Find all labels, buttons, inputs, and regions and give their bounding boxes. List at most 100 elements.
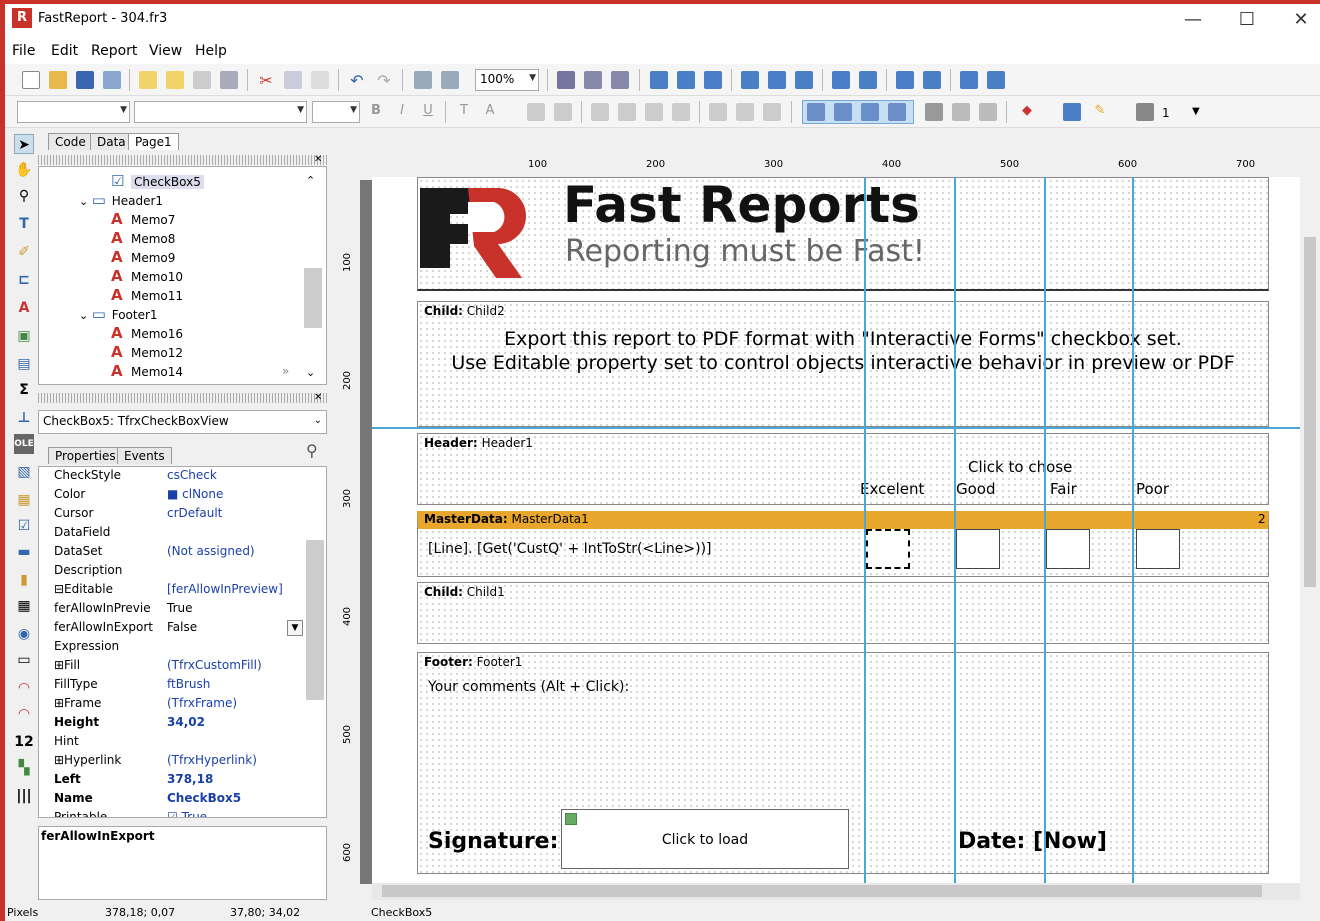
tree-item[interactable]: A Memo10 — [111, 267, 183, 285]
tree-item[interactable]: A Memo11 — [111, 286, 183, 304]
expand-icon[interactable]: ⌄ — [79, 309, 92, 322]
instruction-line-1[interactable]: Export this report to PDF format with "I… — [418, 328, 1268, 350]
cross-tab-icon[interactable]: ▦ — [14, 596, 34, 616]
line-color-icon[interactable]: ✎ — [1091, 103, 1109, 121]
maximize-button[interactable]: ☐ — [1224, 6, 1270, 34]
property-value[interactable]: 378,18 — [167, 772, 213, 786]
scroll-down-icon[interactable]: ⌄ — [306, 366, 315, 379]
header-prompt[interactable]: Click to chose — [968, 458, 1072, 476]
date-field[interactable]: Date: [Now] — [958, 829, 1107, 854]
hscroll-thumb[interactable] — [382, 885, 1262, 897]
property-value[interactable]: ■ clNone — [167, 487, 223, 501]
property-value[interactable]: ☑ True — [167, 810, 207, 817]
property-row[interactable]: Printable ☑ True — [39, 810, 309, 817]
font-size-select[interactable]: ▼ — [312, 101, 360, 123]
same-width-icon[interactable] — [960, 71, 978, 89]
tree-item[interactable]: ⌄ ▭ Footer1 — [79, 305, 158, 323]
sum-icon[interactable]: Σ — [14, 380, 34, 400]
underline-icon[interactable]: U — [419, 103, 437, 121]
align-bottom-icon[interactable] — [795, 71, 813, 89]
bold-icon[interactable]: B — [367, 103, 385, 121]
copy-icon[interactable] — [284, 71, 302, 89]
rich-text-icon[interactable]: ▧ — [14, 462, 34, 482]
property-value[interactable]: 34,02 — [167, 715, 205, 729]
tree-item[interactable]: A Memo14 — [111, 362, 183, 380]
property-value[interactable]: True — [167, 601, 193, 615]
font-settings-icon[interactable]: T — [455, 103, 473, 121]
gauge2-icon[interactable]: ◠ — [14, 704, 34, 724]
redo-icon[interactable]: ↷ — [375, 71, 393, 90]
align-left-icon[interactable] — [650, 71, 668, 89]
fill-color-icon[interactable]: ◆ — [1018, 103, 1036, 121]
font-color-icon[interactable]: A — [481, 103, 499, 121]
property-value[interactable]: (Not assigned) — [167, 544, 255, 558]
text-align-right-icon[interactable] — [645, 103, 663, 121]
gauge-icon[interactable]: ◠ — [14, 678, 34, 698]
space-horizontal-icon[interactable] — [832, 71, 850, 89]
cut-icon[interactable]: ✂ — [257, 71, 275, 90]
property-row[interactable]: CheckStyle csCheck — [39, 468, 309, 487]
option-poor[interactable]: Poor — [1136, 480, 1169, 498]
tab-data[interactable]: Data — [90, 133, 133, 150]
master-expression[interactable]: [Line]. [Get('CustQ' + IntToStr(<Line>))… — [428, 541, 712, 557]
more-icon[interactable]: » — [282, 364, 289, 378]
tree-scrollbar-thumb[interactable] — [304, 268, 322, 328]
no-lines-icon[interactable] — [952, 103, 970, 121]
italic-icon[interactable]: I — [393, 103, 411, 121]
property-row[interactable]: ⊞Fill (TfrxCustomFill) — [39, 658, 309, 677]
property-row[interactable]: Name CheckBox5 — [39, 791, 309, 810]
property-row[interactable]: Height 34,02 — [39, 715, 309, 734]
text-justify-icon[interactable] — [672, 103, 690, 121]
tab-page1[interactable]: Page1 — [128, 133, 179, 150]
valign-top-icon[interactable] — [709, 103, 727, 121]
line-style-icon[interactable] — [1136, 103, 1154, 121]
status-units[interactable]: Pixels — [7, 906, 38, 919]
open-icon[interactable] — [49, 71, 67, 89]
zoom-tool-icon[interactable]: ⚲ — [14, 186, 34, 206]
fit-to-grid-icon[interactable] — [611, 71, 629, 89]
tree-item[interactable]: A Memo9 — [111, 248, 175, 266]
property-row[interactable]: Left 378,18 — [39, 772, 309, 791]
line-object-icon[interactable]: ⊥ — [14, 408, 34, 428]
property-row[interactable]: Description — [39, 563, 309, 582]
table-object-icon[interactable]: ▚ — [14, 758, 34, 778]
format-painter-icon[interactable]: ✐ — [14, 242, 34, 262]
close-panel-icon[interactable]: ✕ — [314, 154, 322, 165]
tree-item[interactable]: A Memo12 — [111, 343, 183, 361]
property-row[interactable]: ferAllowInExport False — [39, 620, 309, 639]
signature-picture[interactable]: Click to load — [561, 809, 849, 869]
property-row[interactable]: ferAllowInPrevie True — [39, 601, 309, 620]
tab-code[interactable]: Code — [48, 133, 93, 150]
property-row[interactable]: Color ■ clNone — [39, 487, 309, 506]
checkbox-fair[interactable] — [1046, 529, 1090, 569]
tree-item[interactable]: ⌄ ▭ Header1 — [79, 191, 163, 209]
show-grid-icon[interactable] — [557, 71, 575, 89]
props-scrollbar-thumb[interactable] — [306, 540, 324, 700]
property-row[interactable]: Cursor crDefault — [39, 506, 309, 525]
child2-band[interactable]: Child: Child2 Export this report to PDF … — [417, 301, 1269, 427]
align-right-icon[interactable] — [704, 71, 722, 89]
font-name-select[interactable]: ▼ — [134, 101, 307, 123]
text-object-icon[interactable]: A — [14, 298, 34, 318]
property-value[interactable]: (TfrxFrame) — [167, 696, 237, 710]
band-icon[interactable]: ⊏ — [14, 270, 34, 290]
chevron-down-icon[interactable]: ▼ — [1192, 106, 1200, 117]
checkbox-object-icon[interactable]: ☑ — [14, 516, 34, 536]
menu-view[interactable]: View — [149, 43, 182, 59]
delete-page-icon[interactable] — [193, 71, 211, 89]
center-vertical-icon[interactable] — [923, 71, 941, 89]
minimize-button[interactable]: — — [1170, 6, 1216, 34]
child1-band[interactable]: Child: Child1 — [417, 582, 1269, 644]
property-row[interactable]: Expression — [39, 639, 309, 658]
dialog-form-icon[interactable]: ▭ — [14, 650, 34, 670]
tree-item[interactable]: A Memo7 — [111, 210, 175, 228]
tab-properties[interactable]: Properties — [48, 447, 123, 464]
new-dialog-icon[interactable] — [166, 71, 184, 89]
vertical-guide[interactable] — [1044, 177, 1046, 883]
property-row[interactable]: ⊞Hyperlink (TfrxHyperlink) — [39, 753, 309, 772]
report-title-band[interactable]: Fast Reports Reporting must be Fast! — [417, 177, 1269, 291]
left-line-icon[interactable] — [861, 103, 879, 121]
valign-center-icon[interactable] — [736, 103, 754, 121]
tree-item[interactable]: A Memo8 — [111, 229, 175, 247]
paste-icon[interactable] — [311, 71, 329, 89]
